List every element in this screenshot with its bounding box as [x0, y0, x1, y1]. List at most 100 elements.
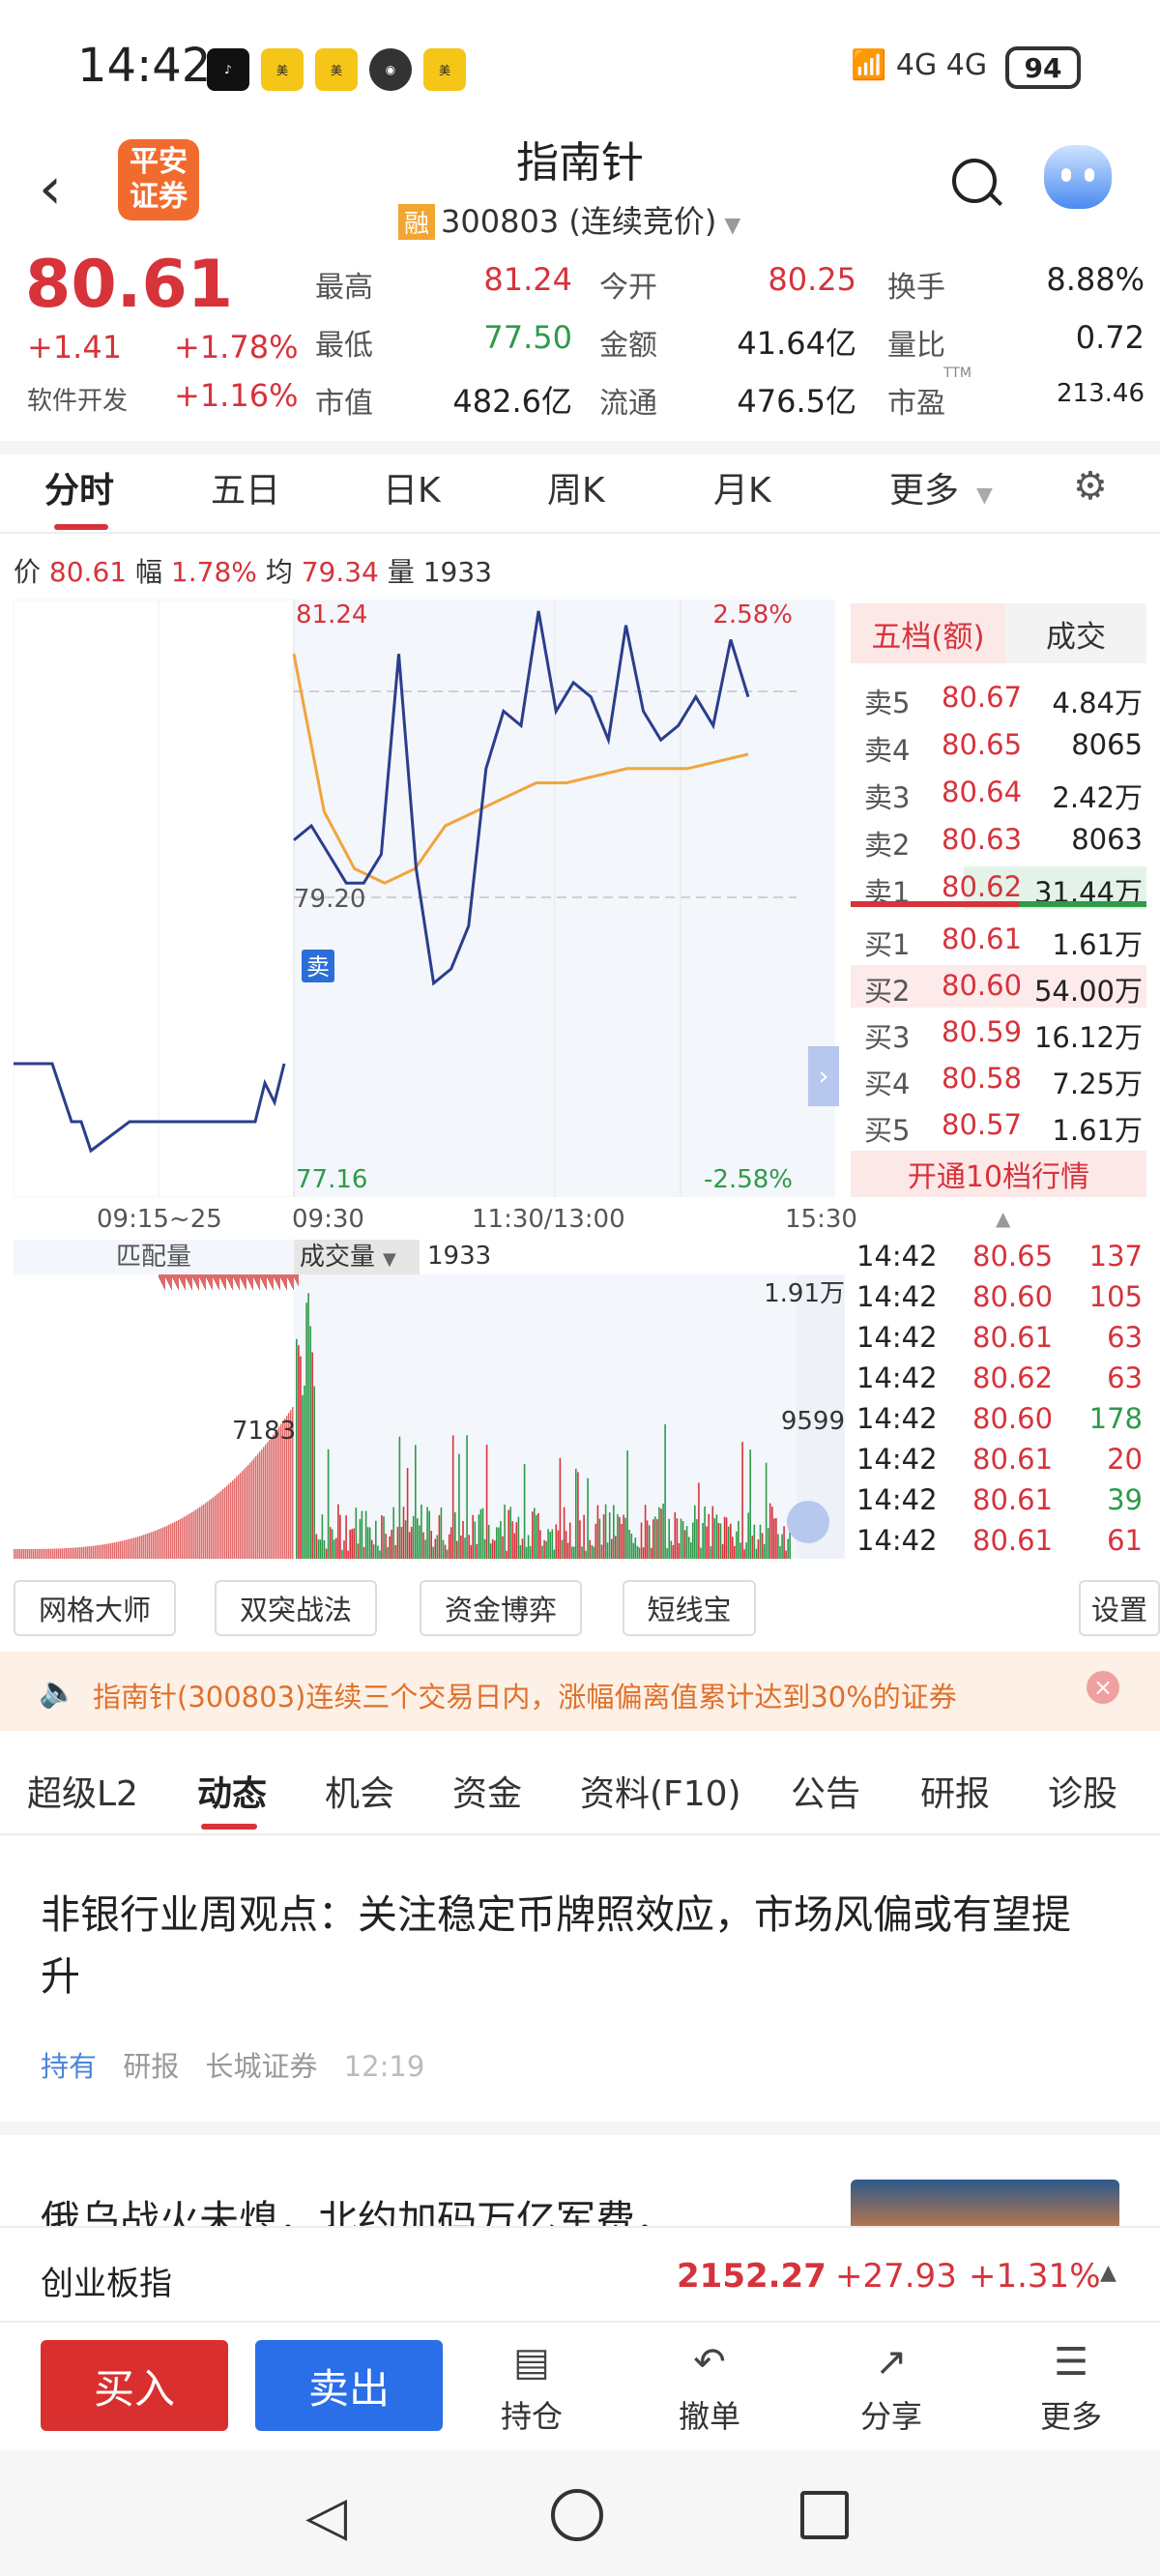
notice-banner[interactable]: 🔈 指南针(300803)连续三个交易日内，涨幅偏离值累计达到30%的证券 ×: [0, 1652, 1160, 1731]
matched-volume-bar: [294, 1274, 295, 1278]
settings-button[interactable]: 设置: [1079, 1580, 1160, 1636]
tab-daily-k[interactable]: 日K: [383, 462, 441, 512]
grid-master-button[interactable]: 网格大师: [14, 1580, 176, 1636]
short-term-button[interactable]: 短线宝: [623, 1580, 756, 1636]
tab-five-day[interactable]: 五日: [211, 462, 280, 512]
nav-more[interactable]: ☰ 更多: [1013, 2340, 1129, 2437]
bid-row[interactable]: 买3 80.59 16.12万: [851, 1011, 1146, 1054]
nav-cancel-order[interactable]: ↶ 撤单: [652, 2340, 768, 2437]
volume-bar: [634, 1537, 637, 1559]
volume-bar: [654, 1516, 656, 1559]
news-rating: 持有: [41, 2050, 98, 2083]
buy-button[interactable]: 买入: [41, 2340, 228, 2431]
capital-game-button[interactable]: 资金博弈: [420, 1580, 582, 1636]
stock-code[interactable]: 融 300803 (连续竞价) ▼: [398, 197, 740, 242]
quote-label: 量比: [887, 329, 945, 363]
caret-up-icon[interactable]: ▲: [996, 1207, 1010, 1230]
volume-bar: [708, 1513, 710, 1559]
news-title[interactable]: 非银行业周观点：关注稳定币牌照效应，市场风偏或有望提升: [41, 1884, 1104, 2007]
back-triangle-icon[interactable]: ◁: [305, 2485, 347, 2548]
quote-value: 476.5亿: [737, 383, 856, 420]
volume-bar: [743, 1549, 745, 1559]
volume-bar: [458, 1453, 460, 1559]
sell-button[interactable]: 卖出: [255, 2340, 443, 2431]
volume-bar: [446, 1549, 449, 1559]
order-level-label: 卖3: [864, 781, 911, 814]
tab-super-l2[interactable]: 超级L2: [27, 1766, 138, 1816]
volume-bar: [205, 1503, 207, 1559]
nav-holdings[interactable]: ▤ 持仓: [474, 2340, 590, 2437]
bid-row[interactable]: 买2 80.60 54.00万: [851, 965, 1146, 1008]
double-breakout-button[interactable]: 双突战法: [215, 1580, 377, 1636]
ask-row[interactable]: 卖2 80.63 8063: [851, 819, 1146, 862]
volume-bar: [304, 1386, 305, 1559]
bid-row[interactable]: 买5 80.57 1.61万: [851, 1104, 1146, 1147]
bid-row[interactable]: 买1 80.61 1.61万: [851, 919, 1146, 961]
order-price: 80.64: [942, 776, 1023, 808]
volume-bar: [85, 1546, 87, 1559]
tab-announcements[interactable]: 公告: [791, 1766, 860, 1816]
intraday-chart[interactable]: 81.24 77.16 79.20 2.58% -2.58% 卖 ›: [14, 600, 845, 1197]
volume-bar: [706, 1526, 708, 1559]
ask-row[interactable]: 卖3 80.64 2.42万: [851, 772, 1146, 814]
volume-bar: [199, 1507, 201, 1559]
gear-icon[interactable]: ⚙: [1073, 464, 1108, 509]
index-ticker-bar[interactable]: 创业板指 2152.27 +27.93 +1.31% ▲: [0, 2226, 1160, 2323]
tab-research[interactable]: 研报: [920, 1766, 990, 1816]
close-icon[interactable]: ×: [1087, 1671, 1119, 1704]
quote-value: 482.6亿: [452, 383, 572, 420]
tab-more[interactable]: 更多 ▼: [889, 462, 993, 512]
matched-volume-bar: [272, 1274, 273, 1288]
volume-bar: [541, 1545, 543, 1559]
ask-row[interactable]: 卖4 80.65 8065: [851, 724, 1146, 767]
matched-volume-bar: [217, 1274, 218, 1286]
volume-bar: [519, 1544, 522, 1559]
volume-bar: [660, 1508, 662, 1559]
tab-intraday[interactable]: 分时: [44, 462, 114, 512]
upgrade-level10-button[interactable]: 开通10档行情: [851, 1151, 1146, 1197]
home-circle-icon[interactable]: [551, 2489, 603, 2541]
volume-bar: [247, 1464, 249, 1559]
tab-news[interactable]: 动态: [197, 1766, 267, 1816]
matched-volume-bar: [258, 1274, 259, 1288]
matched-volume-bar: [285, 1274, 286, 1288]
matched-volume-bar: [244, 1274, 245, 1286]
matched-volume-bar: [223, 1274, 224, 1286]
volume-bar: [72, 1547, 73, 1559]
volume-bar: [662, 1504, 664, 1559]
matched-volume-bar: [253, 1274, 254, 1278]
volume-chart: 1.91万 9599 7183: [14, 1274, 845, 1559]
volume-bar: [460, 1536, 462, 1559]
matched-volume-bar: [207, 1274, 208, 1280]
assistant-bot-icon[interactable]: [1044, 145, 1112, 209]
volume-bar: [211, 1498, 213, 1559]
trade-price: 80.60: [972, 1402, 1054, 1435]
tab-capital[interactable]: 资金: [452, 1766, 522, 1816]
vol-type-selector[interactable]: 成交量 ▼: [294, 1240, 420, 1274]
volume-bar: [740, 1542, 741, 1559]
bid-row[interactable]: 买4 80.58 7.25万: [851, 1058, 1146, 1100]
tab-order-book[interactable]: 五档(额): [851, 603, 1005, 663]
system-nav-bar: ◁: [0, 2450, 1160, 2576]
matched-volume-bar: [224, 1274, 225, 1288]
nav-share[interactable]: ↗ 分享: [833, 2340, 949, 2437]
status-time: 14:42: [77, 39, 212, 93]
trade-row: 14:42 80.65 137: [853, 1240, 1146, 1278]
tab-weekly-k[interactable]: 周K: [547, 462, 605, 512]
matched-volume-bar: [254, 1274, 255, 1280]
sector-name[interactable]: 软件开发: [27, 381, 128, 417]
tab-opportunity[interactable]: 机会: [325, 1766, 394, 1816]
tab-monthly-k[interactable]: 月K: [713, 462, 771, 512]
volume-bar: [213, 1497, 215, 1559]
volume-bar: [613, 1505, 615, 1559]
volume-bar: [682, 1521, 684, 1559]
tab-f10[interactable]: 资料(F10): [580, 1766, 741, 1816]
volume-bar: [263, 1447, 265, 1559]
tab-diagnosis[interactable]: 诊股: [1048, 1766, 1117, 1816]
recents-square-icon[interactable]: [800, 2491, 849, 2539]
volume-bar: [172, 1522, 174, 1559]
matched-volume-bar: [238, 1274, 239, 1288]
ask-row[interactable]: 卖5 80.67 4.84万: [851, 677, 1146, 719]
volume-bar: [238, 1475, 240, 1559]
tab-trades[interactable]: 成交: [1005, 603, 1146, 663]
